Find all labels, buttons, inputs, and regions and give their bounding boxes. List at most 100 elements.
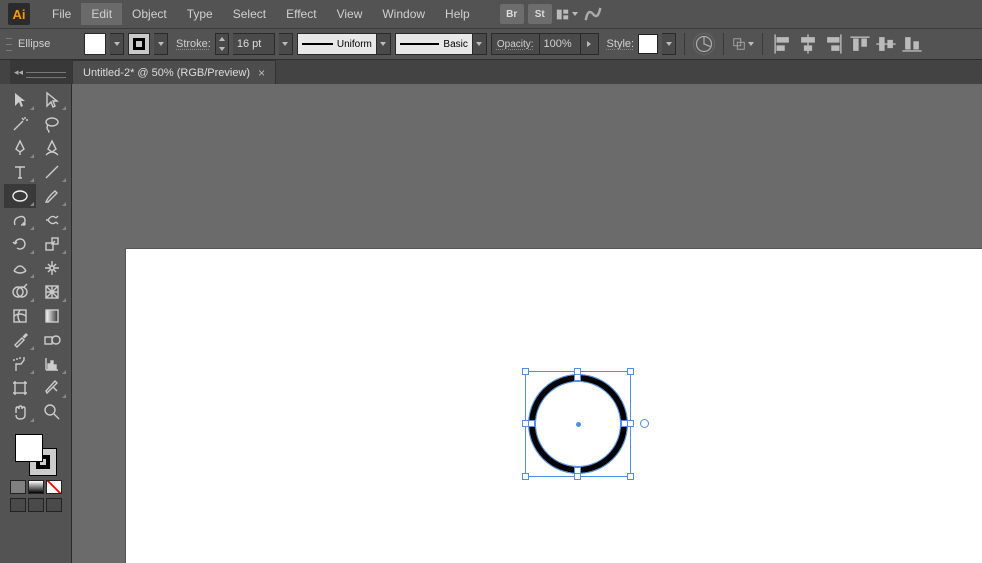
- color-mode-gradient[interactable]: [28, 480, 44, 494]
- menu-effect[interactable]: Effect: [276, 3, 326, 25]
- magic-wand-tool[interactable]: [4, 112, 36, 136]
- gpu-preview-icon[interactable]: [582, 4, 604, 24]
- menu-type[interactable]: Type: [177, 3, 223, 25]
- symbol-sprayer-tool[interactable]: [4, 352, 36, 376]
- align-panel-button[interactable]: [732, 33, 754, 55]
- menu-window[interactable]: Window: [372, 3, 435, 25]
- fill-swatch[interactable]: [84, 33, 106, 55]
- close-tab-button[interactable]: ×: [258, 66, 265, 80]
- opacity-value[interactable]: 100%: [540, 34, 580, 54]
- artboard-tool[interactable]: [4, 376, 36, 400]
- graphic-style-swatch[interactable]: [638, 34, 658, 54]
- ellipse-tool[interactable]: [4, 184, 36, 208]
- bbox-handle-e[interactable]: [627, 420, 634, 427]
- screen-mode-buttons: [0, 498, 71, 512]
- curvature-tool[interactable]: [36, 136, 68, 160]
- line-tool[interactable]: [36, 160, 68, 184]
- lasso-tool[interactable]: [36, 112, 68, 136]
- color-mode-normal[interactable]: [10, 480, 26, 494]
- style-label[interactable]: Style:: [607, 38, 635, 50]
- workspace: [0, 84, 982, 563]
- width-tool[interactable]: [4, 256, 36, 280]
- align-top-button[interactable]: [849, 33, 871, 55]
- shape-builder-tool[interactable]: [4, 280, 36, 304]
- stock-button[interactable]: St: [528, 4, 552, 24]
- fill-dropdown[interactable]: [110, 33, 124, 55]
- menu-select[interactable]: Select: [223, 3, 276, 25]
- arrange-documents-button[interactable]: [556, 4, 578, 24]
- pie-angle-handle[interactable]: [640, 419, 649, 428]
- paintbrush-tool[interactable]: [36, 184, 68, 208]
- color-mode-none[interactable]: [46, 480, 62, 494]
- stroke-weight-stepper[interactable]: [215, 33, 229, 55]
- shaper-tool[interactable]: [4, 208, 36, 232]
- app-logo-icon: Ai: [8, 3, 30, 25]
- align-left-button[interactable]: [771, 33, 793, 55]
- eraser-tool[interactable]: [36, 208, 68, 232]
- fill-color-box[interactable]: [15, 434, 43, 462]
- rotate-tool[interactable]: [4, 232, 36, 256]
- bbox-handle-s[interactable]: [574, 473, 581, 480]
- stroke-swatch[interactable]: [128, 33, 150, 55]
- menu-edit[interactable]: Edit: [81, 3, 122, 25]
- anchor-w[interactable]: [528, 420, 535, 427]
- align-hcenter-button[interactable]: [797, 33, 819, 55]
- draw-behind-button[interactable]: [28, 498, 44, 512]
- column-graph-tool[interactable]: [36, 352, 68, 376]
- hand-tool[interactable]: [4, 400, 36, 424]
- perspective-grid-tool[interactable]: [36, 280, 68, 304]
- application-menubar: Ai File Edit Object Type Select Effect V…: [0, 0, 982, 28]
- bbox-handle-ne[interactable]: [627, 368, 634, 375]
- brush-label: Basic: [443, 39, 467, 50]
- tools-panel: [0, 84, 72, 563]
- pen-tool[interactable]: [4, 136, 36, 160]
- opacity-dropdown[interactable]: [580, 34, 598, 54]
- bbox-handle-se[interactable]: [627, 473, 634, 480]
- bbox-handle-sw[interactable]: [522, 473, 529, 480]
- menu-file[interactable]: File: [42, 3, 81, 25]
- align-vcenter-button[interactable]: [875, 33, 897, 55]
- opacity-label[interactable]: Opacity:: [492, 34, 540, 54]
- separator: [723, 33, 724, 55]
- draw-inside-button[interactable]: [46, 498, 62, 512]
- selection-tool[interactable]: [4, 88, 36, 112]
- slice-tool[interactable]: [36, 376, 68, 400]
- gradient-tool[interactable]: [36, 304, 68, 328]
- eyedropper-tool[interactable]: [4, 328, 36, 352]
- menu-help[interactable]: Help: [435, 3, 480, 25]
- opacity-control[interactable]: Opacity: 100%: [491, 33, 599, 55]
- draw-normal-button[interactable]: [10, 498, 26, 512]
- scale-tool[interactable]: [36, 232, 68, 256]
- menu-view[interactable]: View: [327, 3, 373, 25]
- recolor-artwork-button[interactable]: [693, 33, 715, 55]
- stroke-weight-dropdown[interactable]: [279, 33, 293, 55]
- document-tab[interactable]: Untitled-2* @ 50% (RGB/Preview) ×: [72, 60, 276, 84]
- graphic-style-dropdown[interactable]: [662, 33, 676, 55]
- direct-selection-tool[interactable]: [36, 88, 68, 112]
- control-bar-grip[interactable]: [6, 35, 12, 53]
- stroke-weight-field[interactable]: 16 pt: [233, 33, 275, 55]
- anchor-s[interactable]: [574, 467, 581, 474]
- control-bar: Ellipse Stroke: 16 pt Uniform Basic Opac…: [0, 28, 982, 60]
- anchor-n[interactable]: [574, 374, 581, 381]
- align-bottom-button[interactable]: [901, 33, 923, 55]
- separator: [684, 33, 685, 55]
- stroke-dropdown[interactable]: [154, 33, 168, 55]
- fill-stroke-control[interactable]: [15, 434, 57, 476]
- bridge-button[interactable]: Br: [500, 4, 524, 24]
- toolbar-collapse-button[interactable]: ◂◂: [10, 60, 72, 84]
- variable-width-profile-dropdown[interactable]: Uniform: [297, 33, 391, 55]
- zoom-tool[interactable]: [36, 400, 68, 424]
- menu-object[interactable]: Object: [122, 3, 177, 25]
- stroke-label[interactable]: Stroke:: [176, 38, 211, 50]
- align-right-button[interactable]: [823, 33, 845, 55]
- document-tab-strip: ◂◂ Untitled-2* @ 50% (RGB/Preview) ×: [0, 60, 982, 84]
- canvas-area[interactable]: [72, 84, 982, 563]
- blend-tool[interactable]: [36, 328, 68, 352]
- anchor-e[interactable]: [621, 420, 628, 427]
- bbox-handle-nw[interactable]: [522, 368, 529, 375]
- type-tool[interactable]: [4, 160, 36, 184]
- free-transform-tool[interactable]: [36, 256, 68, 280]
- brush-definition-dropdown[interactable]: Basic: [395, 33, 487, 55]
- mesh-tool[interactable]: [4, 304, 36, 328]
